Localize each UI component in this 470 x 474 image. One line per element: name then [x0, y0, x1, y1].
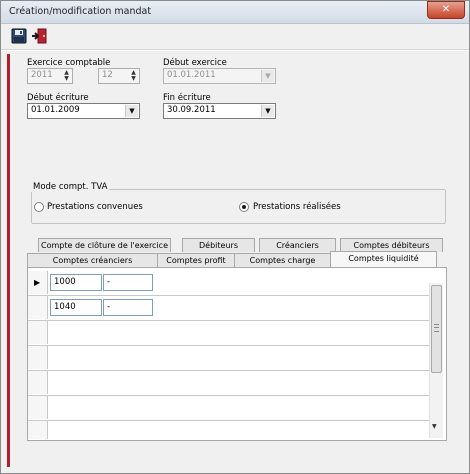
chevron-down-icon[interactable]: ▼: [125, 105, 138, 117]
scrollbar-thumb[interactable]: [431, 285, 442, 373]
window-title: Création/modification mandat: [9, 6, 152, 17]
title-bar: Création/modification mandat ✕: [1, 1, 469, 24]
stepper-arrows: ▲ ▼: [62, 70, 71, 82]
month-stepper[interactable]: 12 ▲ ▼: [98, 68, 140, 84]
fin-ecriture-select[interactable]: 30.09.2011 ▼: [163, 103, 276, 119]
table-row[interactable]: [28, 371, 430, 396]
debut-exercice-select: 01.01.2011 ▼: [163, 68, 276, 84]
scroll-down-arrow-icon[interactable]: ▼: [432, 423, 437, 430]
liquidity-accounts-grid: ▶ 1000 - 1040 - ▼: [27, 267, 447, 441]
account-name-cell[interactable]: -: [103, 299, 153, 316]
grip-icon: [434, 324, 439, 332]
down-arrow-icon[interactable]: ▼: [129, 76, 138, 82]
year-value: 2011: [31, 70, 53, 80]
debut-ecriture-select[interactable]: 01.01.2009 ▼: [27, 103, 140, 119]
save-button[interactable]: [11, 28, 27, 44]
row-header[interactable]: [28, 396, 48, 419]
chevron-down-icon[interactable]: ▼: [261, 105, 274, 117]
account-number-cell[interactable]: 1000: [50, 274, 102, 291]
tab-compte-cloture[interactable]: Compte de clôture de l'exercice: [38, 238, 171, 252]
floppy-disk-icon: [11, 28, 27, 44]
tab-comptes-liquidite[interactable]: Comptes liquidité: [330, 251, 437, 267]
toolbar-separator: [1, 50, 469, 51]
row-header[interactable]: ▶: [28, 271, 48, 294]
tab-comptes-creanciers[interactable]: Comptes créanciers: [27, 253, 158, 267]
close-icon: ✕: [441, 4, 451, 15]
account-number: 1040: [54, 302, 76, 312]
exit-button[interactable]: [31, 28, 47, 44]
exercice-label: Exercice comptable: [27, 58, 111, 68]
table-row[interactable]: [28, 396, 430, 421]
radio-prestations-convenues[interactable]: [34, 202, 44, 212]
tab-creanciers[interactable]: Créanciers: [259, 238, 336, 252]
account-number-cell[interactable]: 1040: [50, 299, 102, 316]
prestations-convenues-label[interactable]: Prestations convenues: [47, 202, 143, 212]
row-header[interactable]: [28, 371, 48, 394]
table-row[interactable]: ▶ 1000 -: [28, 271, 430, 296]
month-value: 12: [102, 70, 113, 80]
tab-comptes-debiteurs[interactable]: Comptes débiteurs: [340, 238, 443, 252]
vertical-scrollbar[interactable]: ▼: [429, 283, 443, 438]
tab-debiteurs[interactable]: Débiteurs: [182, 238, 255, 252]
tab-comptes-profit[interactable]: Comptes profit: [157, 253, 235, 267]
dialog-window: Création/modification mandat ✕ Exercice …: [0, 0, 470, 474]
table-row[interactable]: [28, 421, 430, 445]
debut-ecriture-value: 01.01.2009: [31, 105, 80, 115]
account-name: -: [107, 277, 111, 287]
toolbar: [1, 24, 469, 50]
row-header[interactable]: [28, 321, 48, 344]
current-row-icon: ▶: [34, 278, 41, 287]
close-button[interactable]: ✕: [427, 1, 465, 19]
exit-door-icon: [32, 28, 47, 44]
stepper-arrows: ▲ ▼: [129, 70, 138, 82]
account-name: -: [107, 302, 111, 312]
debut-exercice-value: 01.01.2011: [167, 70, 216, 80]
down-arrow-icon[interactable]: ▼: [62, 76, 71, 82]
fin-ecriture-label: Fin écriture: [163, 93, 211, 103]
table-row[interactable]: [28, 346, 430, 371]
fin-ecriture-value: 30.09.2011: [167, 105, 216, 115]
prestations-realisees-label[interactable]: Prestations réalisées: [253, 202, 341, 212]
table-row[interactable]: 1040 -: [28, 296, 430, 321]
row-header[interactable]: [28, 296, 48, 319]
radio-prestations-realisees[interactable]: [239, 202, 249, 212]
tva-group-label: Mode compt. TVA: [31, 182, 110, 192]
account-number: 1000: [54, 277, 76, 287]
tab-comptes-charge[interactable]: Comptes charge: [234, 253, 331, 267]
required-fields-bar: [7, 54, 10, 467]
table-row[interactable]: [28, 321, 430, 346]
row-header[interactable]: [28, 346, 48, 369]
chevron-down-icon: ▼: [261, 70, 274, 82]
debut-exercice-label: Début exercice: [163, 58, 227, 68]
debut-ecriture-label: Début écriture: [27, 93, 89, 103]
row-header[interactable]: [28, 421, 48, 439]
radio-selected-dot: [242, 205, 246, 209]
account-name-cell[interactable]: -: [103, 274, 153, 291]
year-stepper[interactable]: 2011 ▲ ▼: [27, 68, 73, 84]
